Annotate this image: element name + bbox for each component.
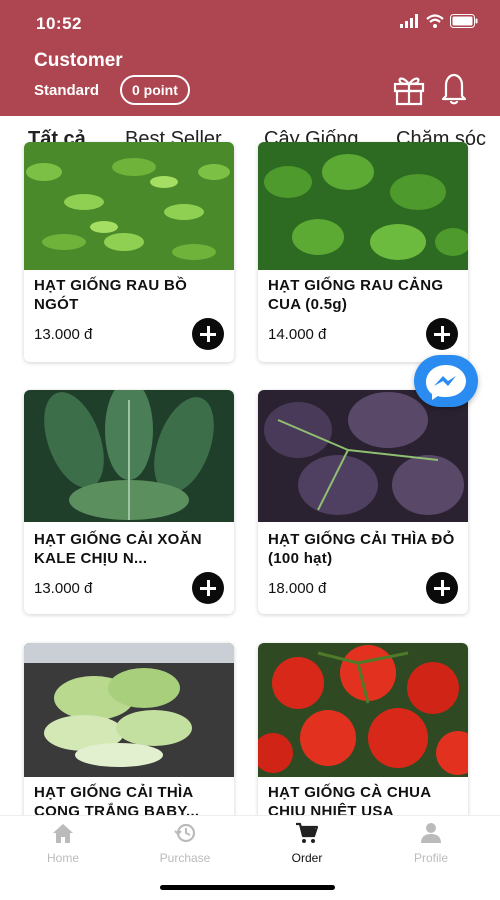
- customer-name: Customer: [34, 50, 123, 71]
- status-time: 10:52: [36, 14, 82, 33]
- history-icon: [174, 823, 196, 843]
- add-to-cart-button[interactable]: [426, 318, 458, 350]
- nav-order[interactable]: Order: [262, 822, 352, 865]
- signal-icon: [400, 14, 418, 28]
- nav-order-label: Order: [291, 851, 323, 865]
- product-image: [24, 390, 234, 522]
- bell-icon[interactable]: [437, 70, 471, 106]
- home-icon: [53, 824, 73, 843]
- person-icon: [421, 823, 441, 843]
- cart-icon: [296, 822, 319, 843]
- product-card[interactable]: HẠT GIỐNG RAU CẢNG CUA (0.5g) 14.000 đ: [258, 142, 468, 362]
- wifi-icon: [426, 14, 444, 28]
- product-title: HẠT GIỐNG CẢI THÌA ĐỎ (100 hạt): [268, 531, 455, 567]
- product-image: [258, 390, 468, 522]
- product-card[interactable]: HẠT GIỐNG RAU BỒ NGÓT 13.000 đ: [24, 142, 234, 362]
- product-title: HẠT GIỐNG RAU BỒ NGÓT: [34, 277, 188, 313]
- product-price: 14.000 đ: [268, 326, 327, 343]
- product-price: 13.000 đ: [34, 326, 93, 343]
- messenger-icon: [426, 365, 466, 400]
- app-header: 10:52 Customer Standard 0 point: [0, 0, 500, 116]
- product-image: [258, 643, 468, 777]
- product-image: [258, 142, 468, 270]
- nav-purchase-label: Purchase: [159, 851, 211, 865]
- product-title: HẠT GIỐNG RAU CẢNG CUA (0.5g): [268, 277, 444, 313]
- product-card[interactable]: HẠT GIỐNG CẢI THÌA ĐỎ (100 hạt) 18.000 đ: [258, 390, 468, 614]
- points-badge[interactable]: 0 point: [120, 75, 190, 105]
- status-icons: [400, 14, 478, 28]
- battery-icon: [450, 14, 478, 28]
- add-to-cart-button[interactable]: [426, 572, 458, 604]
- nav-profile[interactable]: Profile: [386, 822, 476, 865]
- product-image: [24, 142, 234, 270]
- add-to-cart-button[interactable]: [192, 318, 224, 350]
- product-card[interactable]: HẠT GIỐNG CẢI XOĂN KALE CHỊU N... 13.000…: [24, 390, 234, 614]
- membership-tier: Standard: [34, 82, 100, 99]
- home-indicator: [160, 885, 335, 890]
- product-card[interactable]: HẠT GIỐNG CÀ CHUA CHỊU NHIỆT USA: [258, 643, 468, 823]
- nav-profile-label: Profile: [413, 851, 448, 865]
- nav-purchase[interactable]: Purchase: [140, 822, 230, 865]
- product-price: 18.000 đ: [268, 580, 327, 597]
- nav-home[interactable]: Home: [18, 822, 108, 865]
- messenger-chat-button[interactable]: [414, 355, 478, 407]
- status-bar: 10:52: [0, 0, 500, 44]
- product-image: [24, 643, 234, 777]
- product-title: HẠT GIỐNG CẢI XOĂN KALE CHỊU N...: [34, 531, 202, 567]
- add-to-cart-button[interactable]: [192, 572, 224, 604]
- product-card[interactable]: HẠT GIỐNG CẢI THÌA CỌNG TRẮNG BABY...: [24, 643, 234, 823]
- gift-icon[interactable]: [392, 72, 426, 106]
- nav-home-label: Home: [46, 851, 79, 865]
- product-price: 13.000 đ: [34, 580, 93, 597]
